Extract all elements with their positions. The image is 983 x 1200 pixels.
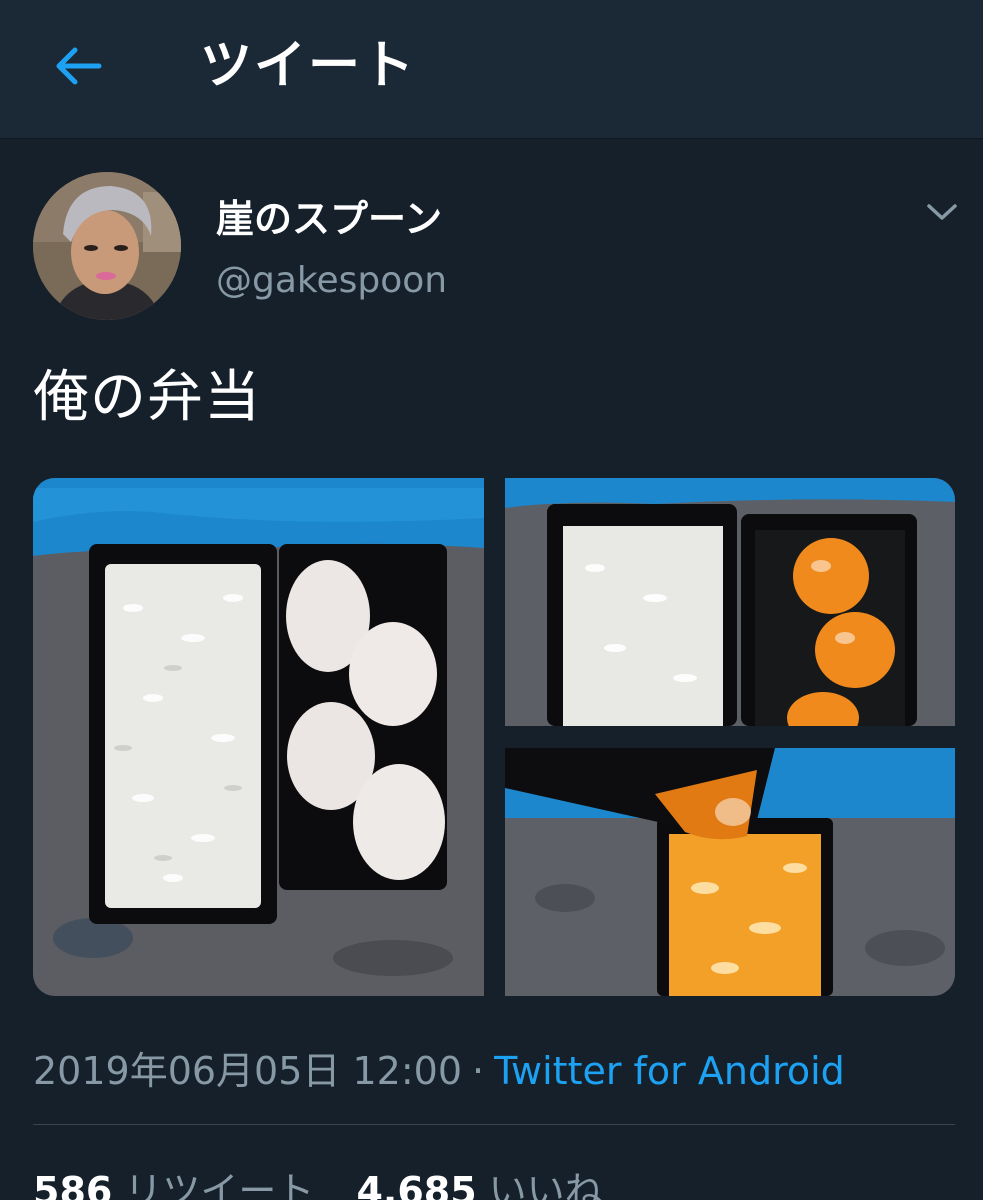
- likes-label: いいね: [488, 1169, 603, 1200]
- tweet-menu-button[interactable]: [918, 192, 966, 232]
- tweet-timestamp: 2019年06月05日 12:00: [33, 1049, 463, 1093]
- tweet-meta: 2019年06月05日 12:00 · Twitter for Android: [33, 1040, 845, 1095]
- arrow-left-icon: [56, 47, 102, 85]
- likes-count: 4,685: [356, 1169, 477, 1200]
- top-app-bar: ツイート: [0, 0, 983, 139]
- author-handle[interactable]: @gakespoon: [216, 260, 447, 301]
- tweet-media-grid: [33, 478, 955, 996]
- tweet-text: 俺の弁当: [33, 365, 261, 430]
- retweets-stat[interactable]: 586 リツイート: [33, 1160, 314, 1200]
- meta-separator: ·: [472, 1049, 485, 1093]
- tweet-photo-2[interactable]: [505, 478, 955, 726]
- avatar-image: [33, 172, 181, 320]
- back-button[interactable]: [40, 28, 116, 104]
- tweet-photo-1[interactable]: [33, 478, 484, 996]
- author-display-name[interactable]: 崖のスプーン: [216, 188, 442, 243]
- bento-yolks-image: [505, 478, 955, 726]
- tweet-stats: 586 リツイート 4,685 いいね: [33, 1160, 633, 1200]
- retweets-label: リツイート: [124, 1169, 315, 1200]
- chevron-down-icon: [927, 204, 957, 220]
- pouring-yolks-image: [505, 748, 955, 996]
- tweet-source-link[interactable]: Twitter for Android: [494, 1049, 845, 1093]
- tweet-detail-screen: ツイート 崖のスプーン @gakespoon 俺の弁当 2019年06月05日 …: [0, 0, 983, 1200]
- bento-eggs-image: [33, 478, 484, 996]
- page-title: ツイート: [200, 36, 417, 96]
- divider: [33, 1124, 955, 1125]
- likes-stat[interactable]: 4,685 いいね: [356, 1160, 602, 1200]
- retweets-count: 586: [33, 1169, 113, 1200]
- author-avatar[interactable]: [33, 172, 181, 320]
- tweet-photo-3[interactable]: [505, 748, 955, 996]
